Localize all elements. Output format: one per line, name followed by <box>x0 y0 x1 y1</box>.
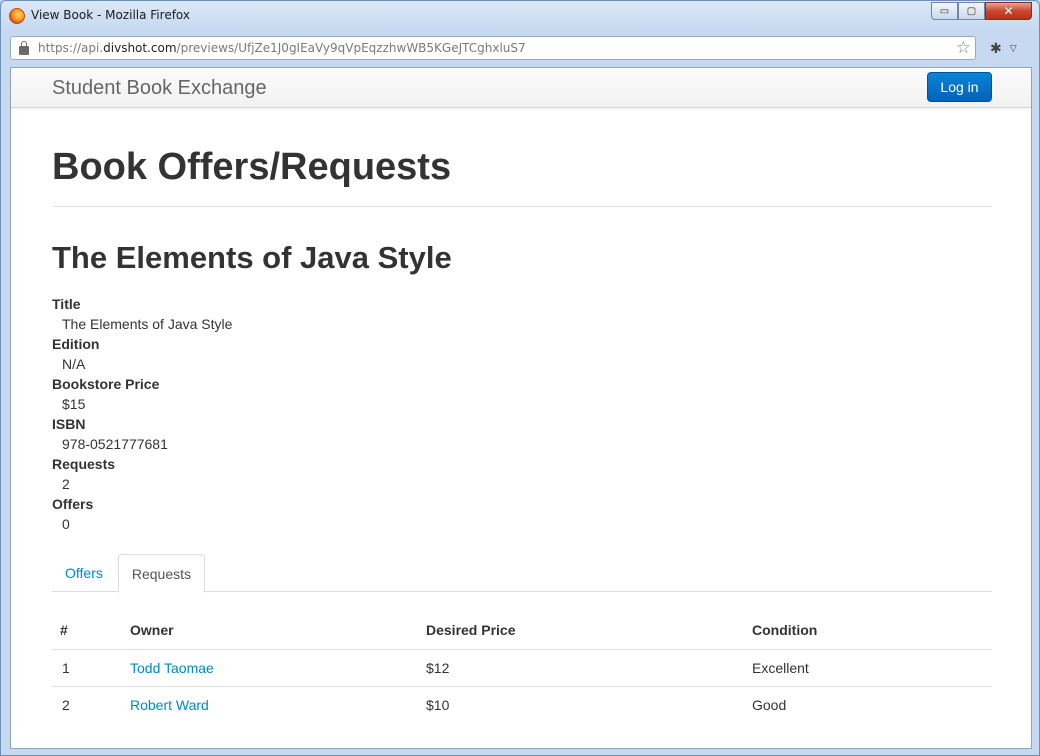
column-header-owner: Owner <box>130 621 174 638</box>
detail-value-edition: N/A <box>62 356 86 372</box>
requests-table: # Owner Desired Price Condition 1 Todd T… <box>52 611 992 723</box>
detail-value-isbn: 978-0521777681 <box>62 436 168 452</box>
condition: Excellent <box>744 648 992 686</box>
offer-request-tabs: Offers Requests <box>52 554 992 593</box>
page-title: Book Offers/Requests <box>52 146 452 188</box>
detail-label-title: Title <box>52 296 81 312</box>
url-text[interactable]: https://api.divshot.com/previews/UfjZe1J… <box>38 41 526 55</box>
detail-label-bookstore-price: Bookstore Price <box>52 376 160 392</box>
table-header-row: # Owner Desired Price Condition <box>52 611 992 649</box>
desired-price: $10 <box>418 685 744 723</box>
detail-value-requests: 2 <box>62 476 70 492</box>
brand-link[interactable]: Student Book Exchange <box>52 77 267 100</box>
close-button[interactable]: ✕ <box>985 2 1032 20</box>
row-number: 1 <box>52 648 122 686</box>
minimize-button[interactable]: ▭ <box>931 2 958 20</box>
column-header-condition: Condition <box>752 621 818 638</box>
divider <box>52 206 992 207</box>
column-header-desired-price: Desired Price <box>426 621 516 638</box>
detail-value-title: The Elements of Java Style <box>62 316 233 332</box>
extension-icons: ✱ ▽ <box>990 40 1017 57</box>
bug-icon[interactable]: ✱ <box>990 40 1002 57</box>
navbar: Student Book Exchange Log in <box>11 68 1031 108</box>
row-number: 2 <box>52 685 122 723</box>
chevron-down-icon[interactable]: ▽ <box>1010 43 1017 54</box>
table-row: 2 Robert Ward $10 Good <box>52 685 992 723</box>
window-title: View Book - Mozilla Firefox <box>31 8 190 22</box>
bookmark-star-icon[interactable]: ☆ <box>956 38 971 58</box>
firefox-logo-icon <box>9 8 25 24</box>
condition: Good <box>744 685 992 723</box>
detail-value-offers: 0 <box>62 516 70 532</box>
detail-value-bookstore-price: $15 <box>62 396 86 412</box>
detail-label-requests: Requests <box>52 456 116 472</box>
detail-label-offers: Offers <box>52 496 94 512</box>
detail-label-isbn: ISBN <box>52 416 86 432</box>
lock-icon <box>19 40 29 55</box>
tab-requests[interactable]: Requests <box>117 554 206 593</box>
browser-window: View Book - Mozilla Firefox ▭ ▢ ✕ https:… <box>0 0 1040 756</box>
table-row: 1 Todd Taomae $12 Excellent <box>52 648 992 686</box>
column-header-number: # <box>60 621 68 638</box>
address-bar[interactable]: https://api.divshot.com/previews/UfjZe1J… <box>10 36 976 60</box>
desired-price: $12 <box>418 648 744 686</box>
owner-link[interactable]: Robert Ward <box>130 697 209 713</box>
window-controls: ▭ ▢ ✕ <box>931 2 1032 20</box>
title-bar: View Book - Mozilla Firefox ▭ ▢ ✕ <box>1 1 1039 31</box>
main-content: Book Offers/Requests The Elements of Jav… <box>52 108 992 723</box>
book-title: The Elements of Java Style <box>52 240 452 275</box>
detail-label-edition: Edition <box>52 336 100 352</box>
login-button[interactable]: Log in <box>927 72 992 102</box>
maximize-button[interactable]: ▢ <box>958 2 985 20</box>
book-details: Title The Elements of Java Style Edition… <box>52 294 992 534</box>
tab-offers[interactable]: Offers <box>52 554 116 592</box>
page-viewport: Student Book Exchange Log in Book Offers… <box>10 67 1032 749</box>
owner-link[interactable]: Todd Taomae <box>130 660 214 676</box>
